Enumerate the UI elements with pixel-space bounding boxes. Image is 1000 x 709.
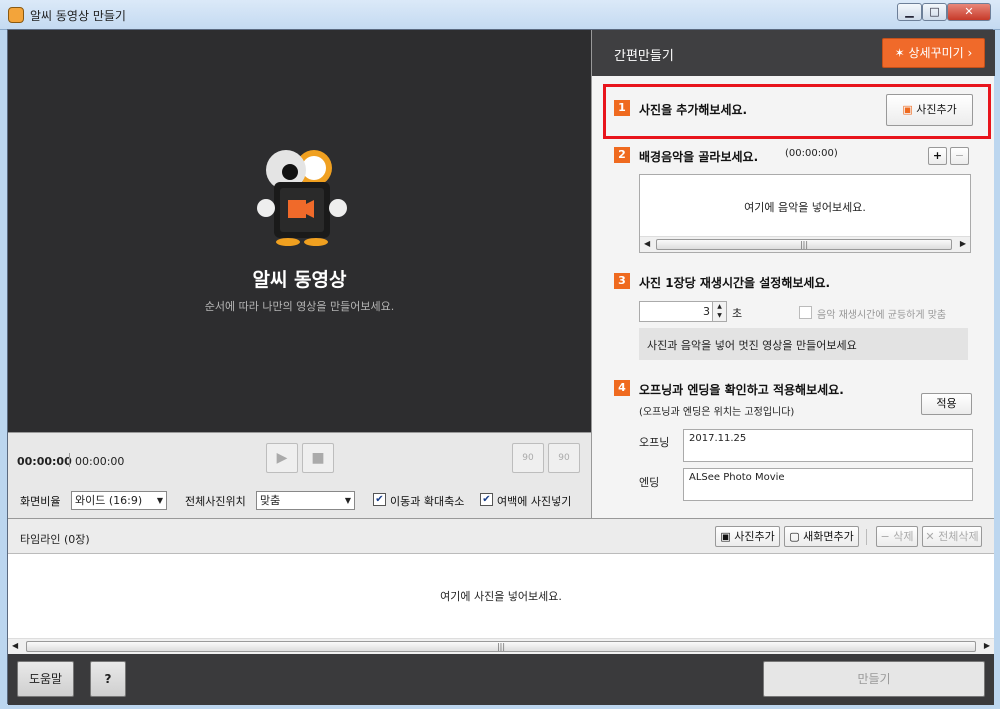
delete-all-label: 전체삭제	[938, 530, 979, 543]
timeline-scroll-thumb[interactable]: |||	[26, 641, 976, 652]
seconds-unit: 초	[732, 307, 743, 320]
sync-music-checkbox[interactable]	[799, 306, 812, 319]
maximize-button[interactable]: □	[922, 3, 947, 21]
sparkle-icon: ✶	[894, 46, 909, 60]
make-button[interactable]: 만들기	[763, 661, 985, 697]
seconds-input[interactable]: 3 ▲ ▼	[639, 301, 727, 322]
bottom-bar: 도움말 ? 만들기	[8, 654, 994, 705]
position-select[interactable]: 맞춤 ▼	[256, 491, 355, 510]
step4-number: 4	[614, 380, 630, 396]
preview-area: 알씨 동영상 순서에 따라 나만의 영상을 만들어보세요.	[8, 30, 591, 432]
ending-input[interactable]: ALSee Photo Movie	[683, 468, 973, 501]
close-icon: ✕	[925, 530, 939, 543]
play-button[interactable]: ▶	[266, 443, 298, 473]
step1-number: 1	[614, 100, 630, 116]
position-label: 전체사진위치	[185, 495, 246, 508]
step3-hint: 사진과 음악을 넣어 멋진 영상을 만들어보세요	[639, 328, 968, 360]
add-photo-icon: ▣	[902, 103, 917, 116]
add-new-screen-label: 새화면추가	[803, 530, 854, 543]
step4-title: 오프닝과 엔딩을 확인하고 적용해보세요.	[639, 383, 844, 397]
scroll-right-icon: ▶	[959, 239, 966, 248]
panel-title: 간편만들기	[614, 49, 674, 64]
seconds-spinner[interactable]: ▲ ▼	[712, 302, 726, 321]
apply-button[interactable]: 적용	[921, 393, 972, 415]
music-duration: (00:00:00)	[785, 148, 838, 159]
step2-number: 2	[614, 147, 630, 163]
close-button[interactable]: ✕	[947, 3, 991, 21]
ratio-select[interactable]: 와이드 (16:9) ▼	[71, 491, 167, 510]
add-new-screen-button[interactable]: ▢ 새화면추가	[784, 526, 859, 547]
chevron-down-icon: ▼	[344, 496, 351, 505]
help-button[interactable]: 도움말	[17, 661, 74, 697]
step1-add-photo-label: 사진추가	[916, 103, 957, 116]
timeline-placeholder: 여기에 사진을 넣어보세요.	[440, 590, 562, 603]
minimize-button[interactable]: ▁	[897, 3, 922, 21]
scroll-left-icon: ◀	[644, 239, 651, 248]
scroll-left-icon: ◀	[12, 641, 19, 650]
stop-button[interactable]: ■	[302, 443, 334, 473]
current-time: 00:00:00	[17, 455, 72, 468]
timeline-add-photo-button[interactable]: ▣ 사진추가	[715, 526, 780, 547]
fill-margin-checkbox[interactable]: ✔	[480, 493, 493, 506]
step3-title: 사진 1장당 재생시간을 설정해보세요.	[639, 276, 831, 290]
window-title: 알씨 동영상 만들기	[30, 9, 126, 23]
sync-music-label: 음악 재생시간에 균등하게 맞춤	[817, 310, 947, 321]
timeline-scrollbar[interactable]: ◀ ||| ▶	[8, 638, 994, 654]
toolbar-divider	[866, 529, 867, 545]
delete-label: 삭제	[893, 530, 914, 543]
delete-button[interactable]: − 삭제	[876, 526, 918, 547]
quick-make-panel: 간편만들기 ✶ 상세꾸미기 › 1 사진을 추가해보세요. ▣ 사진추가 2 배…	[591, 30, 995, 518]
step3-number: 3	[614, 273, 630, 289]
panel-header: 간편만들기 ✶ 상세꾸미기 ›	[592, 30, 995, 76]
app-window: 알씨 동영상 순서에 따라 나만의 영상을 만들어보세요. 00:00:00 0…	[7, 29, 995, 705]
rotate-right-button[interactable]: 90	[548, 443, 580, 473]
new-screen-icon: ▢	[789, 530, 804, 543]
fill-margin-label: 여백에 사진넣기	[497, 495, 572, 508]
preview-title: 알씨 동영상	[252, 269, 347, 291]
ratio-value: 와이드 (16:9)	[75, 494, 143, 507]
minus-icon: −	[880, 530, 894, 543]
timeline-header: 타임라인 (0장) ▣ 사진추가 ▢ 새화면추가 − 삭제 ✕ 전체삭제	[8, 518, 994, 554]
time-divider	[69, 453, 70, 467]
seconds-value: 3	[703, 305, 710, 318]
ratio-label: 화면비율	[20, 495, 61, 508]
music-placeholder: 여기에 음악을 넣어보세요.	[744, 201, 866, 214]
playback-controls: 00:00:00 00:00:00 ▶ ■ 90 90 화면비율 와이드 (16…	[8, 432, 591, 518]
detail-decorate-button[interactable]: ✶ 상세꾸미기 ›	[882, 38, 985, 68]
rotate-left-button[interactable]: 90	[512, 443, 544, 473]
chevron-down-icon: ▼	[156, 496, 163, 505]
position-value: 맞춤	[260, 494, 281, 507]
total-time: 00:00:00	[75, 455, 125, 468]
music-scroll-thumb[interactable]: |||	[656, 239, 952, 250]
step1-title: 사진을 추가해보세요.	[639, 103, 748, 117]
move-zoom-checkbox[interactable]: ✔	[373, 493, 386, 506]
question-button[interactable]: ?	[90, 661, 126, 697]
move-zoom-label: 이동과 확대축소	[390, 495, 465, 508]
detail-button-label: 상세꾸미기	[908, 46, 964, 60]
mascot-camera-icon	[257, 150, 347, 246]
scroll-right-icon: ▶	[983, 641, 990, 650]
add-photo-icon: ▣	[720, 530, 735, 543]
opening-label: 오프닝	[639, 436, 670, 449]
opening-input[interactable]: 2017.11.25	[683, 429, 973, 462]
chevron-right-icon: ›	[963, 46, 973, 60]
title-bar: 알씨 동영상 만들기 ▁ □ ✕	[0, 0, 1000, 30]
preview-subtitle: 순서에 따라 나만의 영상을 만들어보세요.	[204, 300, 395, 313]
step4-note: (오프닝과 엔딩은 위치는 고정입니다)	[639, 407, 795, 418]
step1-add-photo-button[interactable]: ▣ 사진추가	[886, 94, 973, 126]
remove-music-button[interactable]: −	[950, 147, 969, 165]
add-music-button[interactable]: +	[928, 147, 947, 165]
delete-all-button[interactable]: ✕ 전체삭제	[922, 526, 982, 547]
ending-label: 엔딩	[639, 476, 660, 489]
timeline-title: 타임라인 (0장)	[20, 533, 90, 546]
app-icon	[8, 7, 24, 23]
timeline-add-photo-label: 사진추가	[734, 530, 775, 543]
music-dropzone[interactable]: 여기에 음악을 넣어보세요. ◀ ||| ▶	[639, 174, 971, 253]
music-scrollbar[interactable]: ◀ ||| ▶	[640, 236, 970, 252]
step2-title: 배경음악을 골라보세요.	[639, 150, 759, 164]
timeline-dropzone[interactable]: 여기에 사진을 넣어보세요. ◀ ||| ▶	[8, 554, 994, 654]
